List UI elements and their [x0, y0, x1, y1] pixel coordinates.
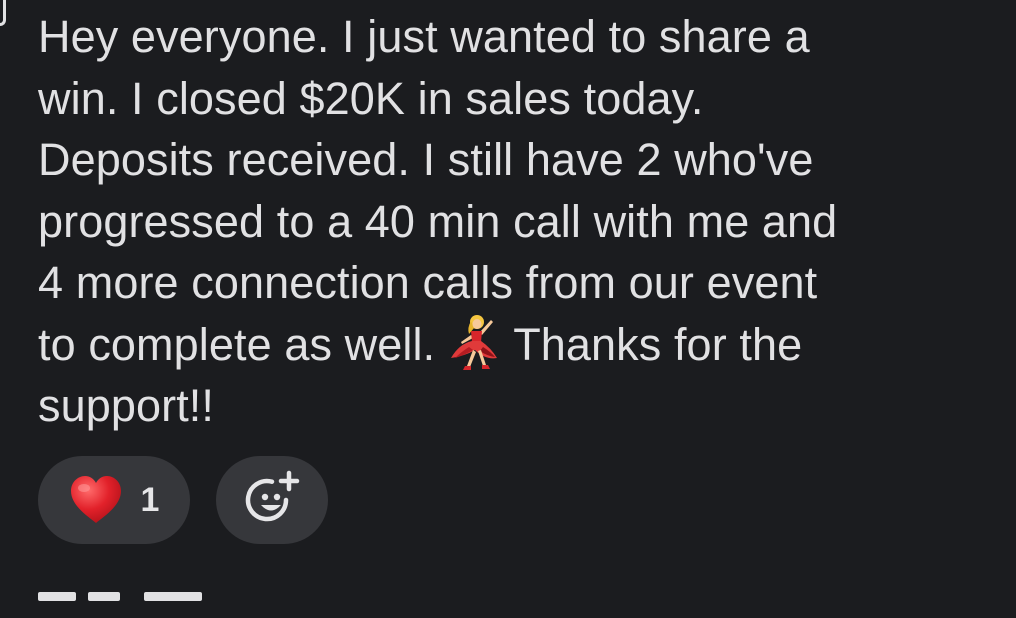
message-text: Thanks for the	[513, 318, 803, 370]
dancer-emoji	[451, 314, 498, 370]
message-line: win. I closed $20K in sales today.	[38, 72, 704, 124]
reaction-count: 1	[140, 480, 160, 519]
message-line: 4 more connection calls from our event	[38, 257, 818, 308]
add-reaction-icon	[245, 470, 300, 522]
message-line: Hey everyone. I just wanted to share a	[38, 11, 810, 62]
message-text: to complete as well.	[38, 318, 436, 370]
add-reaction-button[interactable]	[216, 456, 328, 544]
message-line: progressed to a 40 min call with me and	[38, 195, 838, 247]
message-body: Hey everyone. I just wanted to share a w…	[38, 6, 988, 437]
heart-icon	[70, 476, 121, 523]
next-message-author-cutoff	[38, 578, 218, 618]
message-line: Deposits received. I still have 2 who've	[38, 134, 814, 185]
reaction-bar: 1	[38, 456, 328, 544]
thread-line-mark	[0, 0, 6, 26]
heart-reaction-button[interactable]: 1	[38, 456, 190, 544]
message-line: to complete as well. Thanks for the	[38, 314, 988, 376]
message-line: support!!	[38, 380, 215, 431]
